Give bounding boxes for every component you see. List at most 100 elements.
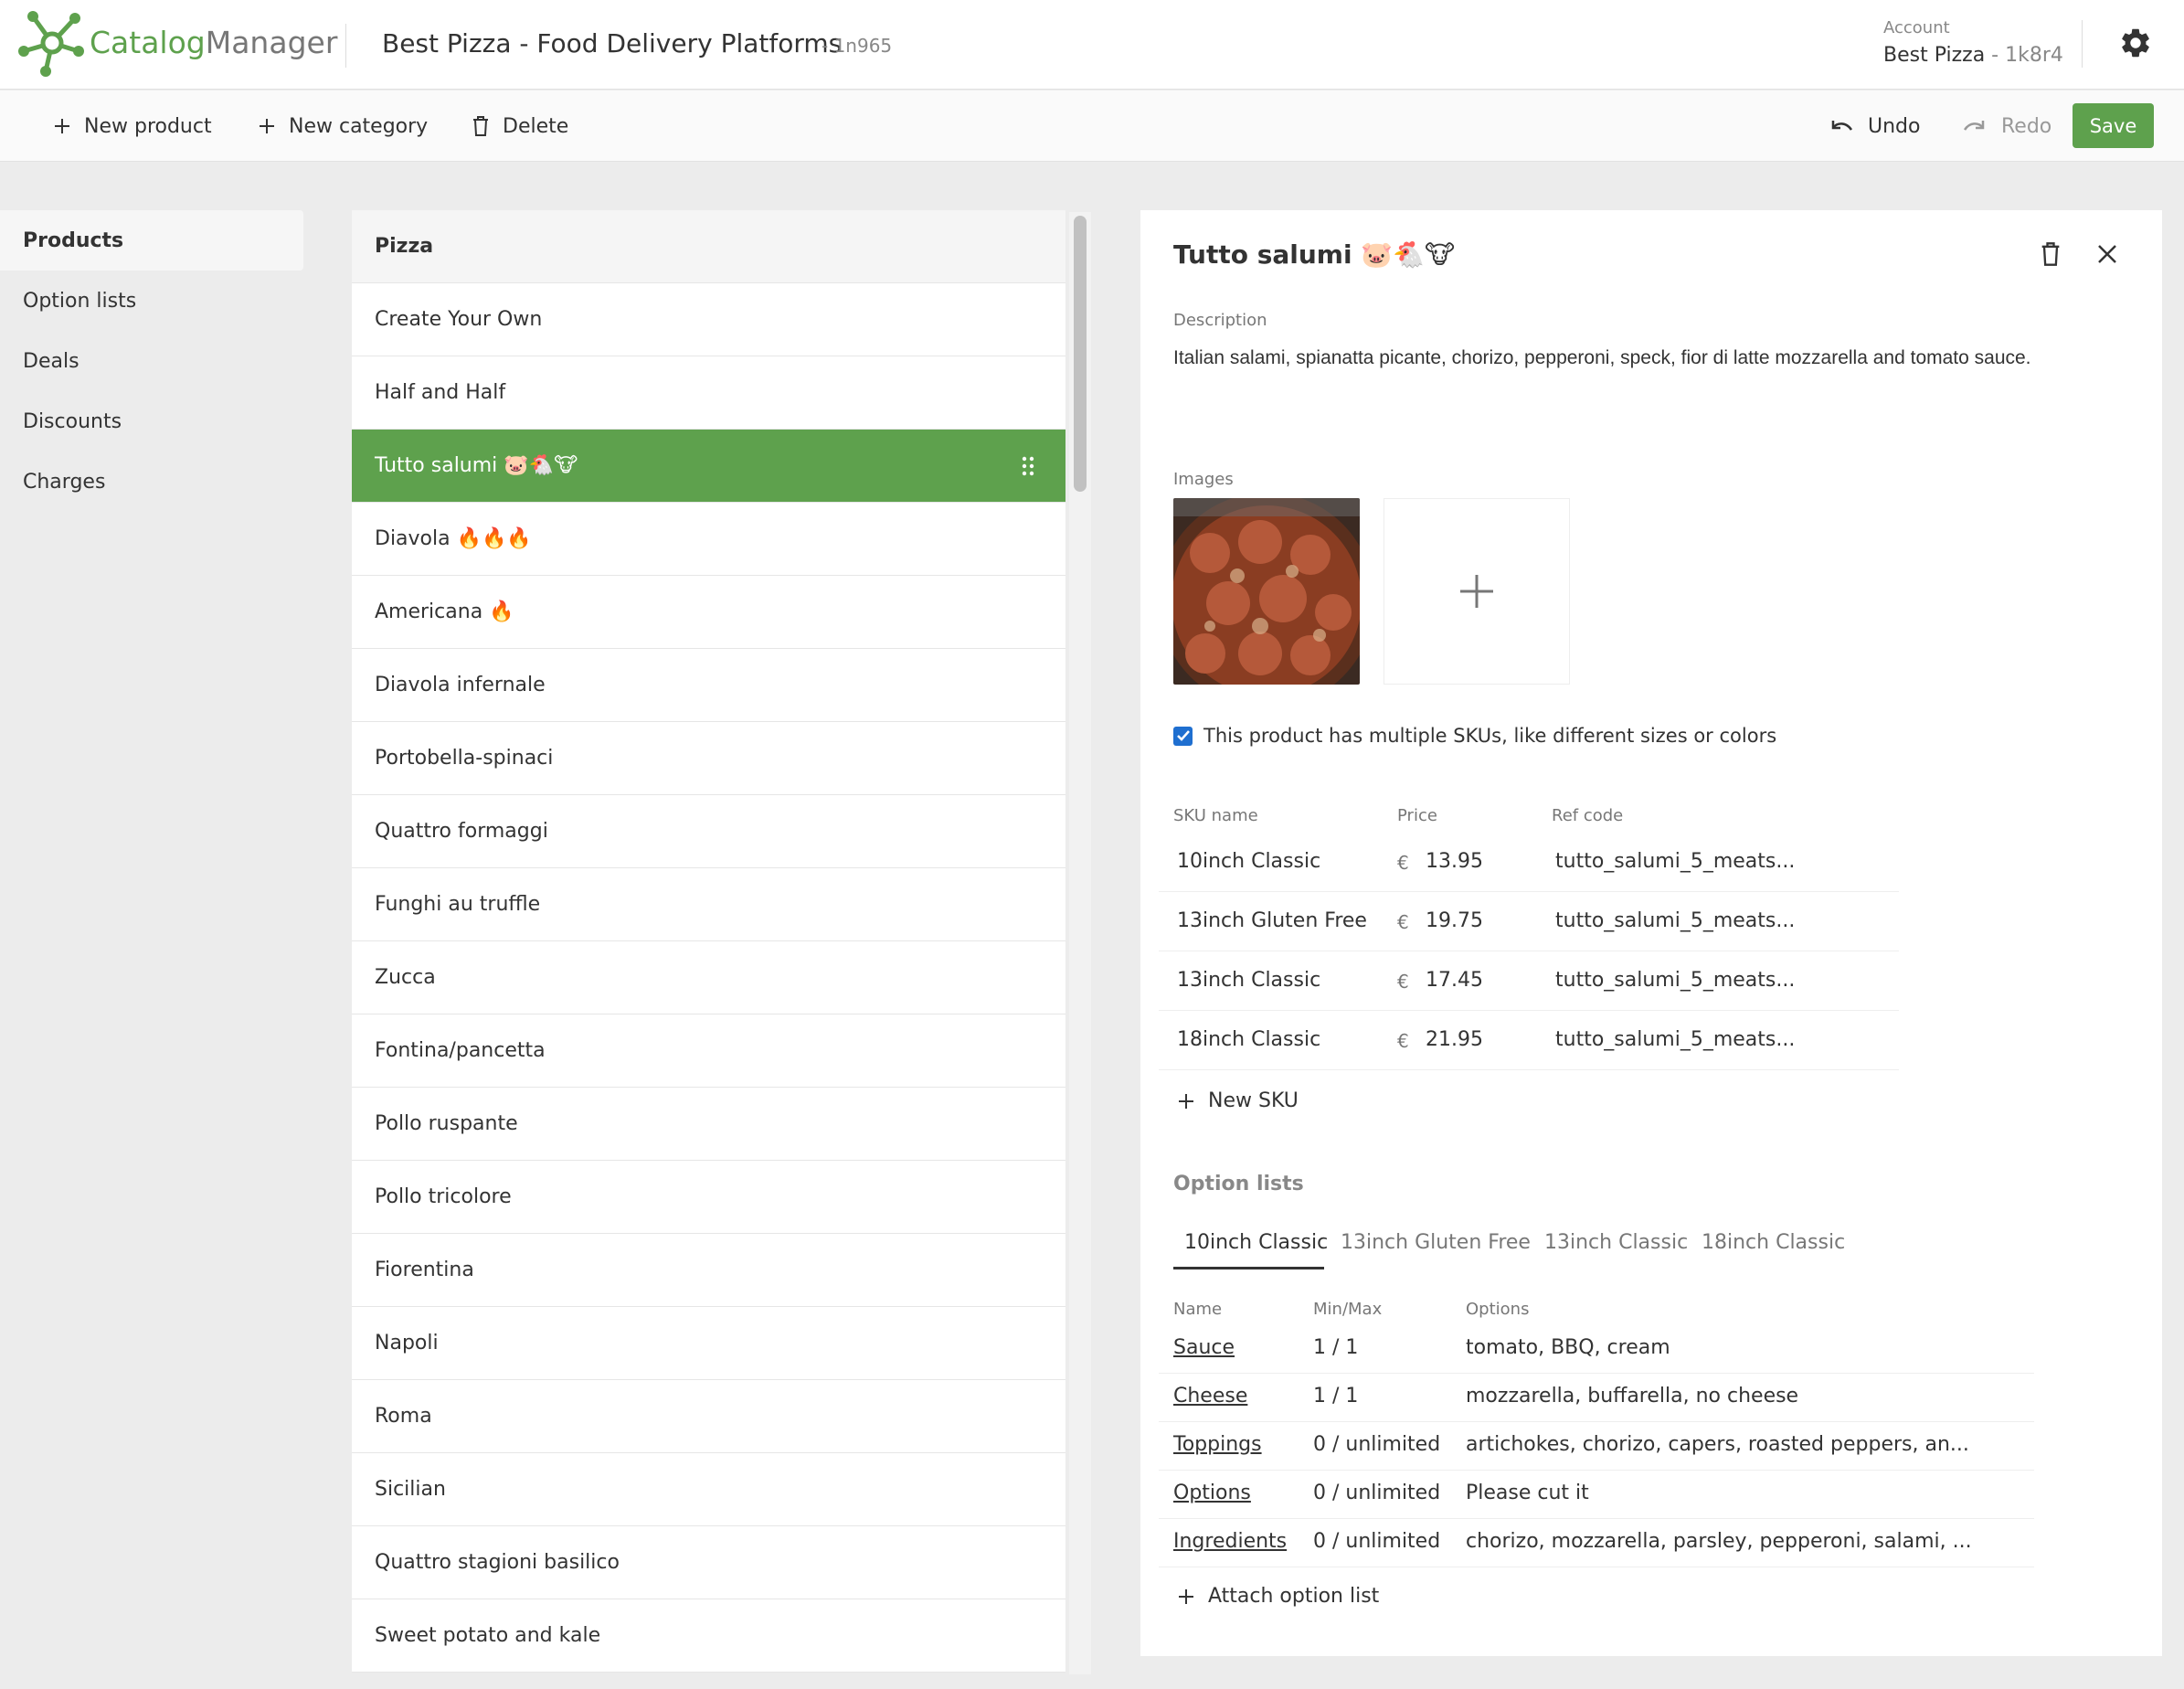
product-item[interactable]: Pollo tricolore bbox=[352, 1161, 1065, 1234]
redo-button[interactable]: Redo bbox=[1961, 111, 2051, 142]
product-item[interactable]: Napoli bbox=[352, 1307, 1065, 1380]
project-title[interactable]: Best Pizza - Food Delivery Platforms bbox=[382, 27, 842, 60]
sku-ref-code[interactable]: tutto_salumi_5_meats... bbox=[1555, 969, 1795, 992]
product-item[interactable]: Diavola 🔥🔥🔥 bbox=[352, 503, 1065, 576]
sku-price[interactable]: 19.75 bbox=[1426, 909, 1483, 932]
attach-option-list-button[interactable]: Attach option list bbox=[1177, 1585, 1379, 1608]
sidebar: Products Option lists Deals Discounts Ch… bbox=[0, 210, 303, 512]
product-item[interactable]: Sicilian bbox=[352, 1453, 1065, 1526]
option-minmax: 0 / unlimited bbox=[1313, 1482, 1441, 1504]
product-item[interactable]: Sweet potato and kale bbox=[352, 1599, 1065, 1673]
product-item[interactable]: Half and Half bbox=[352, 356, 1065, 430]
account-label: Account bbox=[1883, 18, 1950, 37]
trash-icon[interactable] bbox=[2040, 241, 2062, 267]
options-header: Options bbox=[1466, 1300, 1530, 1319]
sku-row[interactable]: 10inch Classic € 13.95 tutto_salumi_5_me… bbox=[1159, 834, 1899, 892]
option-list-row: Ingredients 0 / unlimited chorizo, mozza… bbox=[1159, 1519, 2034, 1567]
tab-13inch-classic[interactable]: 13inch Classic bbox=[1544, 1231, 1688, 1254]
option-list-link[interactable]: Sauce bbox=[1173, 1336, 1235, 1359]
close-icon[interactable] bbox=[2096, 243, 2118, 265]
sku-name[interactable]: 10inch Classic bbox=[1177, 850, 1320, 873]
undo-icon bbox=[1831, 121, 1853, 131]
currency-symbol: € bbox=[1397, 911, 1409, 933]
option-list-row: Cheese 1 / 1 mozzarella, buffarella, no … bbox=[1159, 1374, 2034, 1422]
description-field[interactable]: Italian salami, spianatta picante, chori… bbox=[1173, 347, 2031, 369]
sku-row[interactable]: 13inch Classic € 17.45 tutto_salumi_5_me… bbox=[1159, 952, 1899, 1011]
currency-symbol: € bbox=[1397, 971, 1409, 993]
header-divider bbox=[345, 24, 346, 68]
product-item[interactable]: Zucca bbox=[352, 941, 1065, 1014]
sku-ref-code[interactable]: tutto_salumi_5_meats... bbox=[1555, 1028, 1795, 1051]
gear-icon[interactable] bbox=[2118, 26, 2153, 60]
sku-ref-code[interactable]: tutto_salumi_5_meats... bbox=[1555, 850, 1795, 873]
product-item[interactable]: Portobella-spinaci bbox=[352, 722, 1065, 795]
delete-button[interactable]: Delete bbox=[472, 111, 568, 142]
undo-button[interactable]: Undo bbox=[1828, 111, 1920, 142]
option-list-link[interactable]: Toppings bbox=[1173, 1433, 1262, 1456]
product-item[interactable]: Quattro stagioni basilico bbox=[352, 1526, 1065, 1599]
product-title[interactable]: Tutto salumi 🐷🐔🐮 bbox=[1173, 239, 1455, 270]
category-header[interactable]: Pizza bbox=[352, 210, 1065, 283]
scrollbar-thumb[interactable] bbox=[1074, 216, 1087, 492]
price-header: Price bbox=[1397, 806, 1437, 825]
sidebar-item-charges[interactable]: Charges bbox=[0, 451, 303, 512]
product-item-selected[interactable]: Tutto salumi 🐷🐔🐮 bbox=[352, 430, 1065, 503]
product-item-label: Tutto salumi 🐷🐔🐮 bbox=[375, 454, 578, 477]
currency-symbol: € bbox=[1397, 852, 1409, 874]
sku-name[interactable]: 13inch Gluten Free bbox=[1177, 909, 1367, 932]
account-selector[interactable]: Best Pizza - 1k8r4 bbox=[1883, 44, 2063, 67]
option-list-link[interactable]: Ingredients bbox=[1173, 1530, 1287, 1553]
plus-icon bbox=[260, 119, 274, 133]
product-item[interactable]: Create Your Own bbox=[352, 283, 1065, 356]
new-category-button[interactable]: New category bbox=[258, 111, 428, 142]
sidebar-item-deals[interactable]: Deals bbox=[0, 331, 303, 391]
sku-name[interactable]: 13inch Classic bbox=[1177, 969, 1320, 992]
multiple-skus-checkbox[interactable] bbox=[1173, 726, 1193, 746]
product-item[interactable]: Fiorentina bbox=[352, 1234, 1065, 1307]
trash-icon bbox=[473, 116, 488, 136]
option-minmax: 1 / 1 bbox=[1313, 1385, 1359, 1408]
sidebar-item-option-lists[interactable]: Option lists bbox=[0, 271, 303, 331]
drag-handle-icon[interactable] bbox=[1022, 455, 1034, 477]
sku-name[interactable]: 18inch Classic bbox=[1177, 1028, 1320, 1051]
option-values: artichokes, chorizo, capers, roasted pep… bbox=[1466, 1433, 1969, 1456]
product-item[interactable]: Pollo ruspante bbox=[352, 1088, 1065, 1161]
sku-price[interactable]: 13.95 bbox=[1426, 850, 1483, 873]
option-list-link[interactable]: Cheese bbox=[1173, 1385, 1247, 1408]
sku-row[interactable]: 18inch Classic € 21.95 tutto_salumi_5_me… bbox=[1159, 1012, 1899, 1070]
option-list-row: Options 0 / unlimited Please cut it bbox=[1159, 1471, 2034, 1519]
plus-icon bbox=[1179, 1093, 1193, 1109]
product-image[interactable] bbox=[1173, 498, 1360, 685]
option-values: Please cut it bbox=[1466, 1482, 1589, 1504]
sku-price[interactable]: 21.95 bbox=[1426, 1028, 1483, 1051]
option-values: tomato, BBQ, cream bbox=[1466, 1336, 1670, 1359]
tab-10inch-classic[interactable]: 10inch Classic bbox=[1184, 1231, 1328, 1254]
checkmark-icon bbox=[1176, 730, 1190, 741]
product-item[interactable]: Fontina/pancetta bbox=[352, 1014, 1065, 1088]
product-item[interactable]: Americana 🔥 bbox=[352, 576, 1065, 649]
active-tab-indicator bbox=[1173, 1267, 1324, 1269]
product-item[interactable]: Funghi au truffle bbox=[352, 868, 1065, 941]
sidebar-item-products[interactable]: Products bbox=[0, 210, 303, 271]
tab-18inch-classic[interactable]: 18inch Classic bbox=[1702, 1231, 1845, 1254]
sku-ref-code[interactable]: tutto_salumi_5_meats... bbox=[1555, 909, 1795, 932]
sku-row[interactable]: 13inch Gluten Free € 19.75 tutto_salumi_… bbox=[1159, 893, 1899, 951]
option-list-link[interactable]: Options bbox=[1173, 1482, 1251, 1504]
option-values: mozzarella, buffarella, no cheese bbox=[1466, 1385, 1799, 1408]
sidebar-item-discounts[interactable]: Discounts bbox=[0, 391, 303, 451]
brand-name: CatalogManager bbox=[90, 25, 338, 60]
product-item[interactable]: Diavola infernale bbox=[352, 649, 1065, 722]
new-sku-button[interactable]: New SKU bbox=[1177, 1089, 1299, 1112]
logo-icon bbox=[18, 11, 84, 77]
option-list-row: Sauce 1 / 1 tomato, BBQ, cream bbox=[1159, 1325, 2034, 1374]
plus-icon bbox=[55, 119, 69, 133]
product-item[interactable]: Quattro formaggi bbox=[352, 795, 1065, 868]
product-item[interactable]: Roma bbox=[352, 1380, 1065, 1453]
ref-code-header: Ref code bbox=[1552, 806, 1624, 825]
sku-price[interactable]: 17.45 bbox=[1426, 969, 1483, 992]
product-list-scrollbar[interactable] bbox=[1069, 212, 1091, 1674]
new-product-button[interactable]: New product bbox=[53, 111, 212, 142]
save-button[interactable]: Save bbox=[2073, 103, 2154, 148]
tab-13inch-gluten-free[interactable]: 13inch Gluten Free bbox=[1341, 1231, 1531, 1254]
add-image-button[interactable] bbox=[1384, 498, 1570, 685]
